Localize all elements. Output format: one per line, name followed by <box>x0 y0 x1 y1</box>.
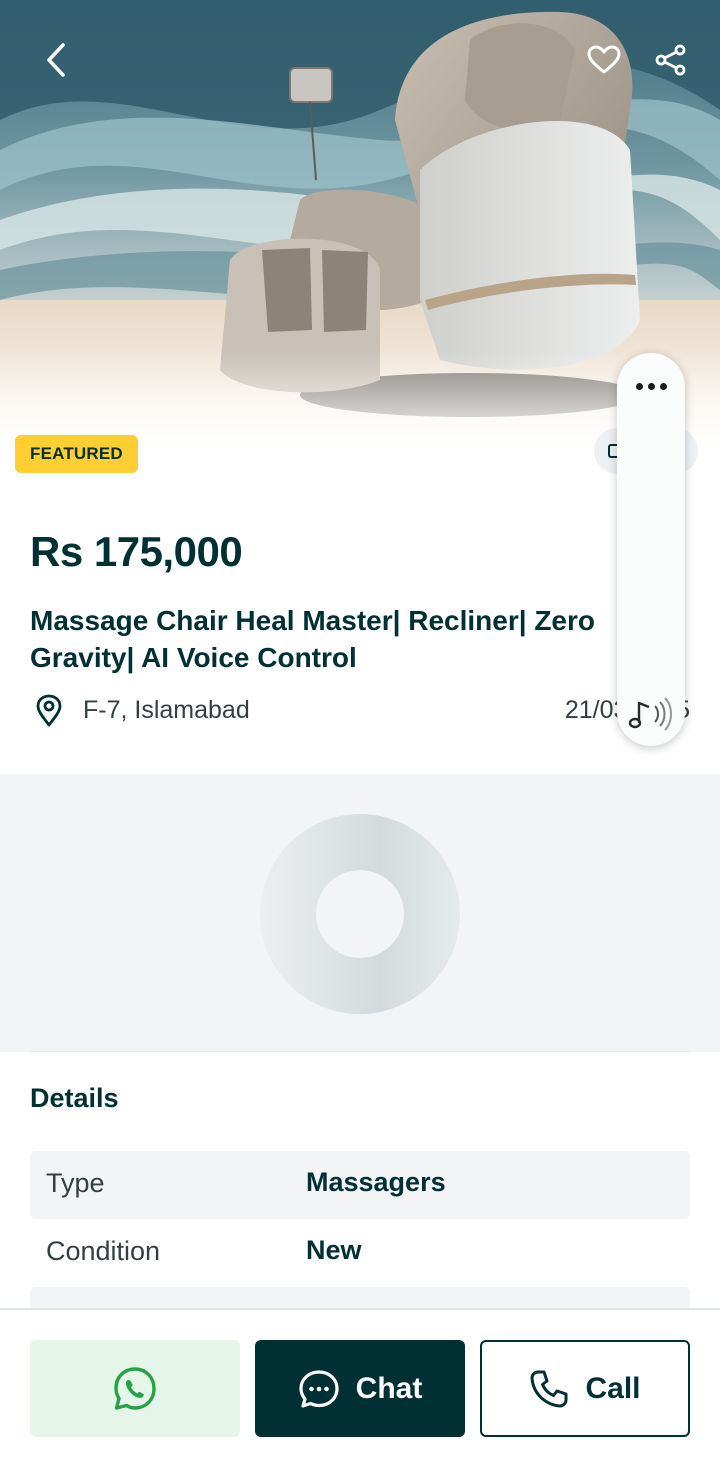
detail-value: New <box>306 1235 362 1265</box>
detail-key: Condition <box>46 1236 161 1266</box>
call-button-label: Call <box>585 1371 641 1405</box>
detail-key: Type <box>46 1168 105 1198</box>
location-row: F-7, Islamabad 21/03/2025 <box>30 690 690 732</box>
chat-button[interactable]: Chat <box>255 1340 465 1437</box>
whatsapp-button[interactable] <box>30 1340 240 1437</box>
audio-note-icon[interactable] <box>627 691 677 735</box>
price: Rs 175,000 <box>30 528 243 575</box>
chat-button-label: Chat <box>355 1371 423 1405</box>
detail-row-type: Type Massagers <box>30 1151 690 1219</box>
phone-icon <box>530 1370 568 1407</box>
detail-row-condition: Condition New <box>30 1219 690 1287</box>
section-divider <box>30 1051 690 1052</box>
favorite-button[interactable] <box>576 32 632 88</box>
whatsapp-icon <box>114 1366 156 1410</box>
back-button[interactable] <box>28 32 84 88</box>
details-heading: Details <box>30 1083 119 1113</box>
floating-assistant-panel[interactable] <box>617 353 685 746</box>
chevron-left-icon <box>47 43 65 77</box>
detail-value: Massagers <box>306 1167 446 1197</box>
more-dots-icon[interactable] <box>617 371 685 401</box>
featured-badge: FEATURED <box>15 435 138 473</box>
location-text: F-7, Islamabad <box>83 696 250 724</box>
share-button[interactable] <box>643 32 699 88</box>
loading-spinner <box>260 814 460 1014</box>
share-icon <box>655 44 686 76</box>
listing-title: Massage Chair Heal Master| Recliner| Zer… <box>30 605 596 673</box>
heart-icon <box>587 45 621 74</box>
map-pin-icon <box>36 694 62 727</box>
call-button[interactable]: Call <box>480 1340 690 1437</box>
chat-bubble-icon <box>299 1369 339 1408</box>
